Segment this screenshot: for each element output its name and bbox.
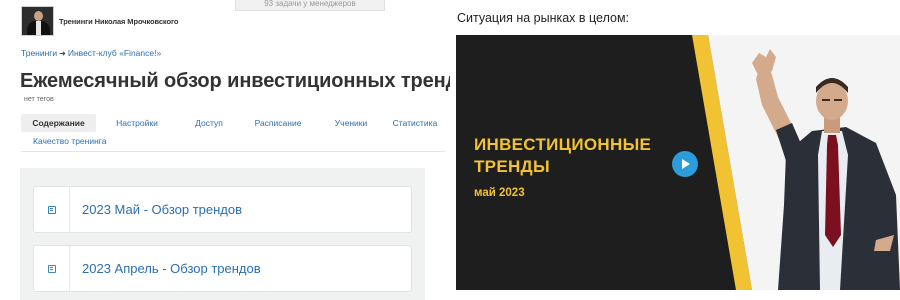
play-button[interactable] xyxy=(672,151,698,177)
lesson-icon xyxy=(47,264,56,273)
brand-avatar xyxy=(21,6,54,36)
tab-statistics[interactable]: Статистика xyxy=(386,114,444,132)
lesson-icon xyxy=(47,205,56,214)
page-title: Ежемесячный обзор инвестиционных трендов xyxy=(20,70,483,92)
tabs-divider xyxy=(21,151,445,152)
tab-training-quality[interactable]: Качество тренинга xyxy=(33,136,106,146)
tab-students[interactable]: Ученики xyxy=(316,114,386,132)
video-heading: Ситуация на рынках в целом: xyxy=(457,11,630,25)
lesson-item[interactable]: 2023 Апрель - Обзор трендов xyxy=(33,245,412,292)
video-presenter xyxy=(752,49,900,290)
video-player[interactable]: ИНВЕСТИЦИОННЫЕ ТРЕНДЫ май 2023 xyxy=(456,35,900,290)
lesson-title[interactable]: 2023 Апрель - Обзор трендов xyxy=(82,261,261,276)
lesson-item[interactable]: 2023 Май - Обзор трендов xyxy=(33,186,412,233)
breadcrumb-item-trainings[interactable]: Тренинги xyxy=(21,48,57,58)
lesson-title[interactable]: 2023 Май - Обзор трендов xyxy=(82,202,242,217)
lessons-list: 2023 Май - Обзор трендов 2023 Апрель - О… xyxy=(20,168,425,300)
tab-content[interactable]: Содержание xyxy=(21,114,96,132)
tab-schedule[interactable]: Расписание xyxy=(240,114,316,132)
tags-label: нет тегов xyxy=(24,96,54,103)
course-pane: 93 задачи у менеджеров Тренинги Николая … xyxy=(0,0,483,300)
tasks-counter-tab[interactable]: 93 задачи у менеджеров xyxy=(235,0,385,11)
page-root: 93 задачи у менеджеров Тренинги Николая … xyxy=(0,0,900,300)
video-pane: Ситуация на рынках в целом: ИНВЕСТИЦИОНН… xyxy=(450,0,900,300)
play-icon xyxy=(682,159,690,169)
video-title-line2: ТРЕНДЫ xyxy=(474,157,550,176)
breadcrumb-arrow-icon: ➜ xyxy=(59,48,66,58)
video-subtitle: май 2023 xyxy=(474,187,525,199)
brand[interactable]: Тренинги Николая Мрочковского xyxy=(21,6,178,36)
tab-access[interactable]: Доступ xyxy=(178,114,240,132)
brand-name: Тренинги Николая Мрочковского xyxy=(59,16,179,26)
video-title-line1: ИНВЕСТИЦИОННЫЕ xyxy=(474,135,652,154)
course-tabs: Содержание Настройки Доступ Расписание У… xyxy=(21,114,445,132)
breadcrumb-item-invest-club[interactable]: Инвест-клуб «Finance!» xyxy=(68,48,161,58)
tab-settings[interactable]: Настройки xyxy=(96,114,178,132)
breadcrumb: Тренинги ➜ Инвест-клуб «Finance!» xyxy=(21,48,161,58)
